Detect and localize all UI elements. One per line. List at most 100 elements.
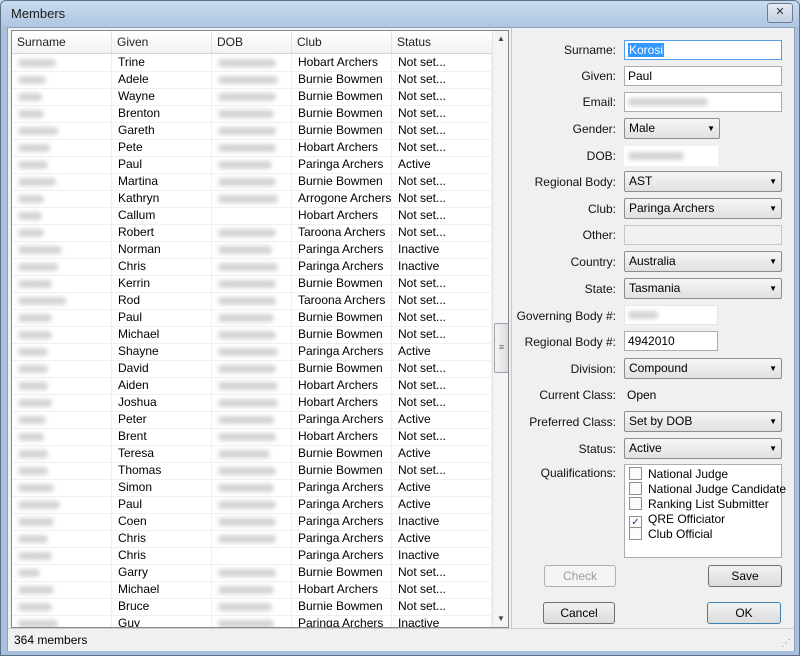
country-dropdown[interactable]: Australia ▼ (624, 251, 782, 272)
column-header-status[interactable]: Status (392, 31, 492, 53)
table-row[interactable]: Chris Paringa Archers Active (12, 530, 492, 548)
cancel-button[interactable]: Cancel (543, 602, 615, 624)
table-row[interactable]: Trine Hobart Archers Not set... (12, 54, 492, 72)
surname-cell-redacted (12, 394, 112, 411)
given-input[interactable]: Paul (624, 66, 782, 86)
scroll-up-arrow-icon[interactable]: ▲ (493, 31, 508, 47)
members-table[interactable]: Surname Given DOB Club Status Trine Hobar… (11, 30, 509, 628)
status-cell: Not set... (392, 54, 492, 71)
gender-dropdown[interactable]: Male ▼ (624, 118, 720, 139)
qualification-ranking-list-submitter[interactable]: Ranking List Submitter (629, 497, 769, 512)
ok-button[interactable]: OK (707, 602, 781, 624)
table-row[interactable]: Robert Taroona Archers Not set... (12, 224, 492, 242)
checkbox-national-judge-candidate[interactable] (629, 482, 642, 495)
column-header-given[interactable]: Given (112, 31, 212, 53)
table-row[interactable]: Adele Burnie Bowmen Not set... (12, 71, 492, 89)
column-header-club[interactable]: Club (292, 31, 392, 53)
table-row[interactable]: Paul Paringa Archers Active (12, 496, 492, 514)
table-row[interactable]: Garry Burnie Bowmen Not set... (12, 564, 492, 582)
dropdown-arrow-icon: ▼ (769, 257, 777, 266)
table-row[interactable]: Paul Paringa Archers Active (12, 156, 492, 174)
governing-body-number-redacted (628, 311, 658, 319)
status-label: Status: (578, 442, 616, 456)
club-cell: Paringa Archers (292, 547, 392, 564)
qualifications-list[interactable]: National Judge National Judge Candidate … (624, 464, 786, 558)
table-row[interactable]: Chris Paringa Archers Inactive (12, 547, 492, 565)
table-row[interactable]: Peter Paringa Archers Active (12, 411, 492, 429)
qualification-national-judge-candidate[interactable]: National Judge Candidate (629, 482, 786, 497)
club-cell: Burnie Bowmen (292, 105, 392, 122)
table-row[interactable]: Chris Paringa Archers Inactive (12, 258, 492, 276)
table-row[interactable]: Wayne Burnie Bowmen Not set... (12, 88, 492, 106)
given-cell: Wayne (112, 88, 212, 105)
table-row[interactable]: Kathryn Arrogone Archers Not set... (12, 190, 492, 208)
surname-input[interactable]: Korosi (624, 40, 782, 60)
save-button[interactable]: Save (708, 565, 782, 587)
status-cell: Not set... (392, 377, 492, 394)
governing-body-number-input[interactable] (624, 305, 718, 325)
table-row[interactable]: Joshua Hobart Archers Not set... (12, 394, 492, 412)
scroll-down-arrow-icon[interactable]: ▼ (493, 611, 508, 627)
members-window: Members ✕ Surname Given DOB Club Status … (0, 0, 800, 656)
status-dropdown[interactable]: Active ▼ (624, 438, 782, 459)
column-header-surname[interactable]: Surname (12, 31, 112, 53)
qualification-national-judge[interactable]: National Judge (629, 467, 728, 482)
regional-body-dropdown[interactable]: AST ▼ (624, 171, 782, 192)
qualification-qre-officiator[interactable]: ✓ QRE Officiator (629, 512, 725, 529)
table-row[interactable]: Michael Burnie Bowmen Not set... (12, 326, 492, 344)
table-row[interactable]: Kerrin Burnie Bowmen Not set... (12, 275, 492, 293)
state-dropdown[interactable]: Tasmania ▼ (624, 278, 782, 299)
table-row[interactable]: Coen Paringa Archers Inactive (12, 513, 492, 531)
table-row[interactable]: Rod Taroona Archers Not set... (12, 292, 492, 310)
dob-input[interactable] (624, 146, 718, 166)
surname-cell-redacted (12, 241, 112, 258)
preferred-class-dropdown[interactable]: Set by DOB ▼ (624, 411, 782, 432)
column-header-dob[interactable]: DOB (212, 31, 292, 53)
qualification-club-official[interactable]: Club Official (629, 527, 712, 542)
table-row[interactable]: Martina Burnie Bowmen Not set... (12, 173, 492, 191)
table-row[interactable]: Aiden Hobart Archers Not set... (12, 377, 492, 395)
dob-cell-redacted (212, 54, 292, 71)
given-cell: Kerrin (112, 275, 212, 292)
email-input[interactable] (624, 92, 782, 112)
table-row[interactable]: Brent Hobart Archers Not set... (12, 428, 492, 446)
status-cell: Not set... (392, 190, 492, 207)
status-cell: Not set... (392, 275, 492, 292)
table-row[interactable]: David Burnie Bowmen Not set... (12, 360, 492, 378)
table-row[interactable]: Bruce Burnie Bowmen Not set... (12, 598, 492, 616)
table-row[interactable]: Teresa Burnie Bowmen Active (12, 445, 492, 463)
checkbox-club-official[interactable] (629, 527, 642, 540)
table-row[interactable]: Guy Paringa Archers Inactive (12, 615, 492, 627)
scroll-thumb[interactable]: ≡ (494, 323, 508, 373)
table-row[interactable]: Brenton Burnie Bowmen Not set... (12, 105, 492, 123)
table-row[interactable]: Pete Hobart Archers Not set... (12, 139, 492, 157)
checkbox-national-judge[interactable] (629, 467, 642, 480)
table-row[interactable]: Michael Hobart Archers Not set... (12, 581, 492, 599)
table-row[interactable]: Simon Paringa Archers Active (12, 479, 492, 497)
surname-cell-redacted (12, 275, 112, 292)
given-cell: Trine (112, 54, 212, 71)
table-row[interactable]: Gareth Burnie Bowmen Not set... (12, 122, 492, 140)
vertical-scrollbar[interactable]: ▲ ≡ ▼ (492, 31, 508, 627)
dialog-client: Surname Given DOB Club Status Trine Hobar… (7, 27, 795, 651)
other-input[interactable] (624, 225, 782, 245)
club-cell: Taroona Archers (292, 224, 392, 241)
title-bar[interactable]: Members ✕ (1, 1, 799, 27)
division-dropdown[interactable]: Compound ▼ (624, 358, 782, 379)
regional-body-number-label: Regional Body #: (524, 335, 616, 349)
table-row[interactable]: Callum Hobart Archers Not set... (12, 207, 492, 225)
table-row[interactable]: Shayne Paringa Archers Active (12, 343, 492, 361)
club-dropdown[interactable]: Paringa Archers ▼ (624, 198, 782, 219)
dob-cell-redacted (212, 173, 292, 190)
table-row[interactable]: Norman Paringa Archers Inactive (12, 241, 492, 259)
dob-cell-redacted (212, 547, 292, 564)
regional-body-number-input[interactable]: 4942010 (624, 331, 718, 351)
checkbox-ranking-list-submitter[interactable] (629, 497, 642, 510)
dropdown-arrow-icon: ▼ (769, 364, 777, 373)
table-row[interactable]: Paul Burnie Bowmen Not set... (12, 309, 492, 327)
close-button[interactable]: ✕ (767, 3, 793, 23)
table-row[interactable]: Thomas Burnie Bowmen Not set... (12, 462, 492, 480)
resize-grip-icon[interactable]: ⋰ (781, 638, 791, 649)
dob-cell-redacted (212, 479, 292, 496)
check-button[interactable]: Check (544, 565, 616, 587)
